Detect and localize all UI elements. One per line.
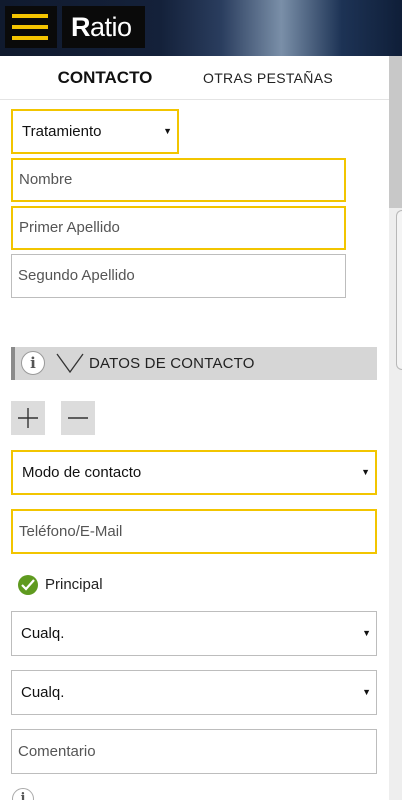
- nombre-field[interactable]: Nombre: [11, 158, 346, 202]
- hamburger-menu-button[interactable]: [5, 6, 57, 48]
- chevron-down-icon[interactable]: [55, 350, 85, 376]
- hamburger-icon-bar: [12, 25, 48, 29]
- cualq-select-1[interactable]: Cualq. ▼: [11, 611, 377, 656]
- section-title: DATOS DE CONTACTO: [89, 355, 255, 372]
- tab-bar: CONTACTO OTRAS PESTAÑAS: [0, 56, 390, 100]
- info-icon[interactable]: i: [21, 351, 45, 375]
- cualq-select-2-value: Cualq.: [21, 684, 65, 701]
- modo-contacto-value: Modo de contacto: [22, 464, 142, 481]
- dropdown-arrow-icon: ▼: [362, 628, 371, 638]
- tab-otras-pestanas[interactable]: OTRAS PESTAÑAS: [196, 56, 340, 100]
- info-icon[interactable]: i: [12, 788, 34, 800]
- add-contact-button[interactable]: [11, 401, 45, 435]
- telefono-email-placeholder: Teléfono/E-Mail: [19, 523, 123, 540]
- telefono-email-field[interactable]: Teléfono/E-Mail: [11, 509, 377, 554]
- cualq-select-2[interactable]: Cualq. ▼: [11, 670, 377, 715]
- hamburger-icon: [12, 14, 48, 18]
- remove-contact-button[interactable]: [61, 401, 95, 435]
- primer-apellido-placeholder: Primer Apellido: [19, 219, 120, 236]
- app-logo: Ratio: [62, 6, 145, 48]
- minus-icon: [68, 417, 88, 419]
- dropdown-arrow-icon: ▼: [361, 467, 370, 477]
- nombre-placeholder: Nombre: [19, 171, 73, 188]
- primer-apellido-field[interactable]: Primer Apellido: [11, 206, 346, 250]
- segundo-apellido-field[interactable]: Segundo Apellido: [11, 254, 346, 298]
- segundo-apellido-placeholder: Segundo Apellido: [18, 267, 135, 284]
- edge-drawer-handle[interactable]: [396, 210, 402, 370]
- plus-icon: [18, 408, 38, 428]
- modo-contacto-select[interactable]: Modo de contacto ▼: [11, 450, 377, 495]
- hamburger-icon-bar: [12, 36, 48, 40]
- comentario-placeholder: Comentario: [18, 743, 96, 760]
- principal-label: Principal: [45, 576, 103, 593]
- cualq-select-1-value: Cualq.: [21, 625, 65, 642]
- datos-contacto-section-header[interactable]: i DATOS DE CONTACTO: [11, 347, 377, 380]
- scrollbar-thumb[interactable]: [389, 56, 402, 208]
- principal-checkbox[interactable]: [18, 575, 38, 595]
- check-icon: [21, 579, 35, 591]
- app-header: Ratio: [0, 0, 402, 56]
- tab-contacto[interactable]: CONTACTO: [0, 56, 210, 100]
- tratamiento-select[interactable]: Tratamiento ▼: [11, 109, 179, 154]
- tratamiento-value: Tratamiento: [22, 123, 102, 140]
- dropdown-arrow-icon: ▼: [362, 687, 371, 697]
- dropdown-arrow-icon: ▼: [163, 126, 172, 136]
- comentario-field[interactable]: Comentario: [11, 729, 377, 774]
